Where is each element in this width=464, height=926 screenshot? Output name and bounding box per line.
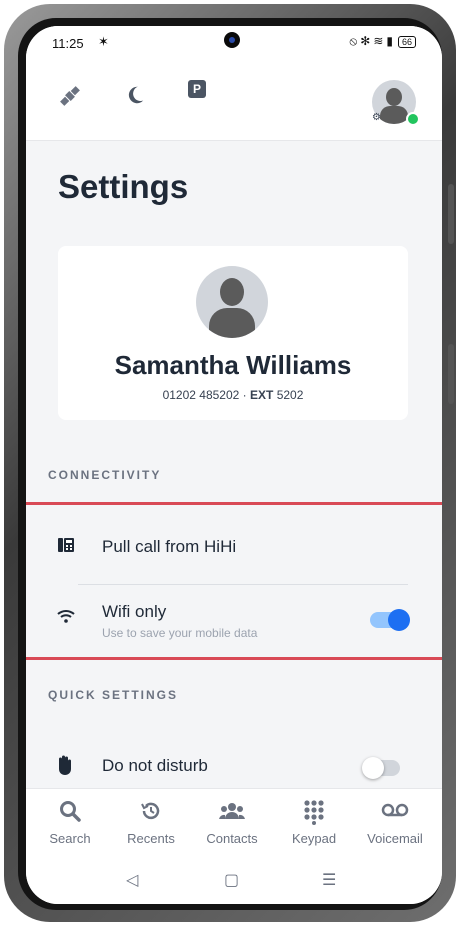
volume-button xyxy=(448,184,454,244)
recents-icon xyxy=(111,799,191,827)
profile-phone-line: 01202 485202 · EXT 5202 xyxy=(58,388,408,402)
voicemail-icon xyxy=(355,799,435,827)
row-divider xyxy=(78,584,408,585)
system-nav-bar: ◁ ▢ ☰ xyxy=(26,858,442,904)
nav-label: Voicemail xyxy=(367,831,423,846)
parking-icon[interactable]: P xyxy=(188,80,206,98)
back-icon[interactable]: ◁ xyxy=(126,870,138,890)
wifi-icon xyxy=(56,608,76,629)
nav-voicemail[interactable]: Voicemail xyxy=(355,799,435,846)
moon-icon[interactable] xyxy=(124,84,146,112)
bottom-nav: Search Recents Contacts Keypad Voicemail xyxy=(26,788,442,859)
home-icon[interactable]: ▢ xyxy=(224,870,239,890)
profile-name: Samantha Williams xyxy=(114,350,352,380)
nav-contacts[interactable]: Contacts xyxy=(192,799,272,846)
nav-label: Keypad xyxy=(291,831,337,846)
nav-recents[interactable]: Recents xyxy=(111,799,191,846)
menu-icon[interactable]: ☰ xyxy=(322,870,336,890)
pull-call-row[interactable]: Pull call from HiHi xyxy=(48,532,408,582)
app-screen: 11:25 ✶ ⦸✻≋▮ 66 P ⚙ Settings Samantha Wi… xyxy=(26,26,442,904)
profile-phone: 01202 485202 xyxy=(162,388,240,402)
nav-keypad[interactable]: Keypad xyxy=(274,799,354,846)
satellite-icon[interactable] xyxy=(58,84,82,114)
search-icon xyxy=(30,799,110,827)
section-label-quick-settings: QUICK SETTINGS xyxy=(48,688,179,702)
profile-avatar xyxy=(196,266,268,338)
section-label-connectivity: CONNECTIVITY xyxy=(48,468,162,482)
online-status-dot xyxy=(406,112,420,126)
wifi-only-toggle[interactable] xyxy=(370,609,410,631)
phone-frame: 11:25 ✶ ⦸✻≋▮ 66 P ⚙ Settings Samantha Wi… xyxy=(4,4,456,922)
signal-icon: ▮ xyxy=(386,34,396,48)
power-button xyxy=(448,344,454,404)
mute-icon: ⦸ xyxy=(349,34,361,48)
front-camera xyxy=(224,32,240,48)
nav-label: Contacts xyxy=(206,831,258,846)
nav-label: Search xyxy=(49,831,91,846)
settings-gear-icon: ⚙ xyxy=(372,112,381,123)
hand-icon xyxy=(56,754,74,781)
satellite-status-icon: ✶ xyxy=(98,34,109,49)
contacts-icon xyxy=(192,799,272,827)
bluetooth-icon: ✻ xyxy=(360,34,374,48)
battery-icon: 66 xyxy=(397,36,416,48)
do-not-disturb-row[interactable]: Do not disturb xyxy=(48,752,408,788)
wifi-only-label: Wifi only xyxy=(102,602,167,621)
desk-phone-icon xyxy=(56,535,76,560)
ext-label: EXT xyxy=(250,388,274,402)
status-bar: 11:25 ✶ ⦸✻≋▮ 66 xyxy=(26,26,442,60)
wifi-only-row[interactable]: Wifi only Use to save your mobile data xyxy=(48,598,410,648)
wifi-only-subtitle: Use to save your mobile data xyxy=(102,626,258,640)
pull-call-label: Pull call from HiHi xyxy=(102,537,237,556)
separator: · xyxy=(242,388,251,402)
wifi-status-icon: ≋ xyxy=(373,34,387,48)
keypad-icon xyxy=(274,799,354,827)
do-not-disturb-toggle[interactable] xyxy=(362,757,400,779)
profile-card[interactable]: Samantha Williams 01202 485202 · EXT 520… xyxy=(58,246,408,420)
profile-ext: 5202 xyxy=(276,388,304,402)
nav-search[interactable]: Search xyxy=(30,799,110,846)
do-not-disturb-label: Do not disturb xyxy=(102,756,208,775)
status-icons: ⦸✻≋▮ 66 xyxy=(349,34,416,49)
nav-label: Recents xyxy=(127,831,175,846)
status-time: 11:25 xyxy=(52,36,84,51)
page-title: Settings xyxy=(58,168,189,205)
